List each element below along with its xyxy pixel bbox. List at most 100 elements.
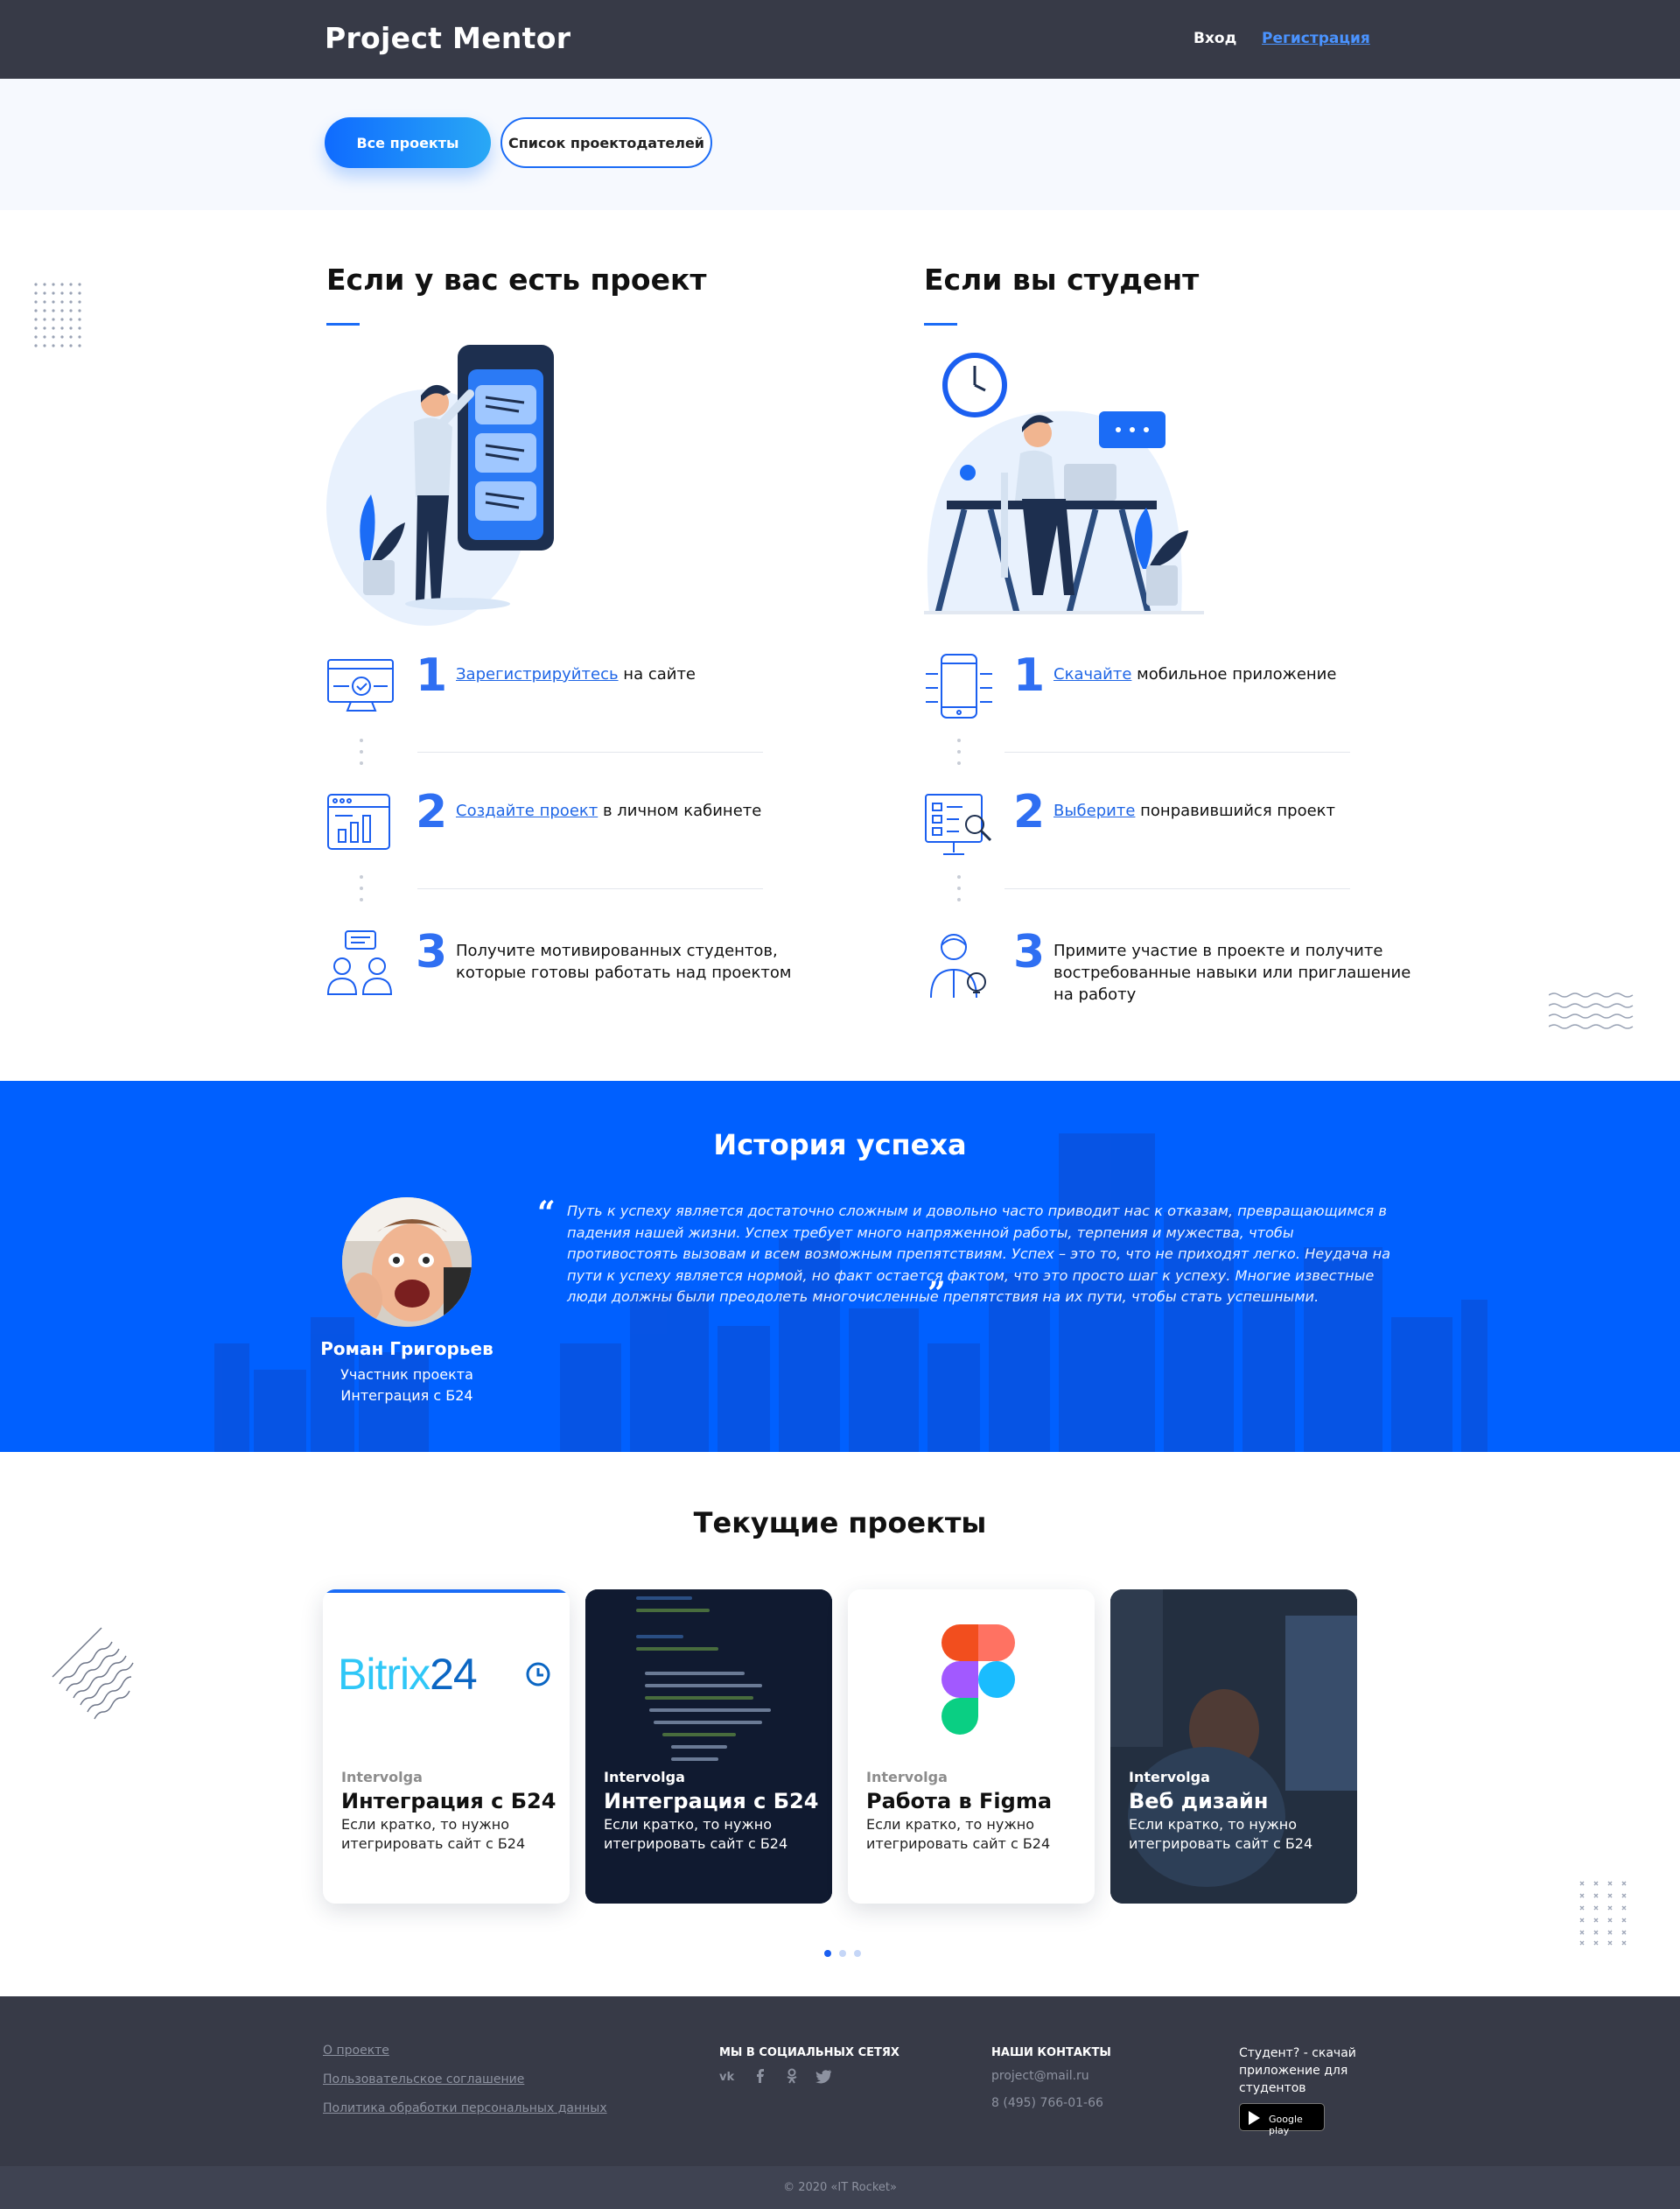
step-description: Примите участие в проекте и получите вос… xyxy=(1054,942,1411,1004)
create-project-link[interactable]: Создайте проект xyxy=(456,802,598,820)
carousel-dot[interactable] xyxy=(824,1950,831,1957)
students-chat-icon xyxy=(326,930,393,995)
step-description: Скачайте мобильное приложение xyxy=(1054,663,1421,685)
step-divider xyxy=(1004,752,1350,753)
card-body: Intervolga Работа в Figma Если кратко, т… xyxy=(866,1769,1085,1854)
avatar xyxy=(342,1197,472,1327)
copyright: © 2020 «IT Rocket» xyxy=(0,2166,1680,2209)
step-divider xyxy=(417,888,763,889)
google-play-icon xyxy=(1249,2111,1260,2125)
bitrix-logo-number: 24 xyxy=(430,1650,478,1699)
login-link[interactable]: Вход xyxy=(1194,30,1236,47)
project-card[interactable]: Bitrix24 Intervolga Интеграция с Б24 Есл… xyxy=(323,1589,570,1904)
step-connector-dots xyxy=(360,739,363,773)
contact-phone[interactable]: 8 (495) 766-01-66 xyxy=(991,2096,1103,2110)
facebook-icon[interactable] xyxy=(751,2068,772,2084)
current-projects-title: Текущие проекты xyxy=(693,1506,987,1539)
figma-logo xyxy=(942,1624,1015,1735)
step-description: Зарегистрируйтесь на сайте xyxy=(456,663,823,685)
decorative-cross-grid xyxy=(1579,1881,1627,1946)
step-divider xyxy=(417,752,763,753)
choose-project-link[interactable]: Выберите xyxy=(1054,802,1135,820)
author-project-line: Интеграция с Б24 xyxy=(340,1387,473,1404)
about-link[interactable]: О проекте xyxy=(323,2044,389,2058)
card-body: Intervolga Интеграция с Б24 Если кратко,… xyxy=(341,1769,560,1854)
heading-underline xyxy=(924,323,957,326)
step-connector-dots xyxy=(957,875,961,909)
office-background-image xyxy=(1110,1589,1357,1904)
testimonial-author-name: Роман Григорьев xyxy=(320,1338,494,1359)
card-company: Intervolga xyxy=(604,1769,685,1785)
card-company: Intervolga xyxy=(341,1769,423,1785)
testimonial-author-role: Участник проекта Интеграция с Б24 xyxy=(289,1364,525,1406)
success-story-section: История успеха Роман Григорьев Участник … xyxy=(0,1081,1680,1452)
privacy-policy-link[interactable]: Политика обработки персональных данных xyxy=(323,2101,607,2115)
social-heading: МЫ В СОЦИАЛЬНЫХ СЕТЯХ xyxy=(719,2046,900,2059)
card-accent-bar xyxy=(323,1589,570,1593)
step-text-tail: мобильное приложение xyxy=(1131,665,1337,684)
card-company: Intervolga xyxy=(866,1769,948,1785)
phone-illustration xyxy=(326,345,554,626)
top-navigation-bar: Project Mentor Вход Регистрация xyxy=(0,0,1680,79)
card-title: Веб дизайн xyxy=(1129,1789,1269,1813)
card-title: Работа в Figma xyxy=(866,1789,1053,1813)
owner-step-2: 2 Создайте проект в личном кабинете xyxy=(326,789,869,868)
step-text-tail: в личном кабинете xyxy=(598,802,762,820)
step-number: 3 xyxy=(1013,926,1046,978)
card-body: Intervolga Веб дизайн Если кратко, то ну… xyxy=(1129,1769,1348,1854)
mobile-phone-icon xyxy=(926,654,992,719)
google-play-badge[interactable]: Google play xyxy=(1239,2103,1325,2136)
signup-link[interactable]: Регистрация xyxy=(1262,30,1370,47)
dashboard-chart-icon xyxy=(327,794,390,850)
card-description: Если кратко, то нужно итегрировать сайт … xyxy=(1129,1816,1313,1852)
student-desk-illustration xyxy=(924,353,1204,614)
site-logo[interactable]: Project Mentor xyxy=(325,21,570,55)
card-description: Если кратко, то нужно итегрировать сайт … xyxy=(341,1816,526,1852)
carousel-dot[interactable] xyxy=(839,1950,846,1957)
step-description: Получите мотивированных студентов, котор… xyxy=(456,942,792,982)
project-owners-list-button[interactable]: Список проектодателей xyxy=(500,117,712,168)
step-description: Выберите понравившийся проект xyxy=(1054,800,1421,822)
project-filter-bar: Все проекты Список проектодателей xyxy=(0,79,1680,210)
carousel-pagination xyxy=(824,1944,869,1960)
card-title: Интеграция с Б24 xyxy=(604,1789,819,1813)
project-card[interactable]: Intervolga Работа в Figma Если кратко, т… xyxy=(848,1589,1095,1904)
all-projects-button[interactable]: Все проекты xyxy=(325,117,491,168)
card-company: Intervolga xyxy=(1129,1769,1210,1785)
user-agreement-link[interactable]: Пользовательское соглашение xyxy=(323,2072,524,2086)
card-body: Intervolga Интеграция с Б24 Если кратко,… xyxy=(604,1769,822,1854)
student-step-1: 1 Скачайте мобильное приложение xyxy=(924,653,1466,732)
carousel-dot[interactable] xyxy=(854,1950,861,1957)
person-idea-icon xyxy=(930,934,986,999)
success-story-title: История успеха xyxy=(713,1128,967,1161)
social-links: vk xyxy=(719,2068,841,2087)
testimonial-quote: Путь к успеху является достаточно сложны… xyxy=(567,1203,1391,1305)
monitor-check-icon xyxy=(327,659,394,712)
step-number: 1 xyxy=(416,649,448,702)
contacts-heading: НАШИ КОНТАКТЫ xyxy=(991,2046,1111,2059)
owner-step-1: 1 Зарегистрируйтесь на сайте xyxy=(326,653,869,732)
card-description: Если кратко, то нужно итегрировать сайт … xyxy=(866,1816,1051,1852)
project-card[interactable]: Intervolga Веб дизайн Если кратко, то ну… xyxy=(1110,1589,1357,1904)
project-card[interactable]: Intervolga Интеграция с Б24 Если кратко,… xyxy=(585,1589,832,1904)
step-number: 2 xyxy=(416,786,448,838)
owner-step-3: 3 Получите мотивированных студентов, кот… xyxy=(326,929,869,1008)
card-title: Интеграция с Б24 xyxy=(341,1789,556,1813)
decorative-diagonal-waves xyxy=(52,1627,134,1720)
twitter-icon[interactable] xyxy=(814,2068,835,2084)
decorative-dot-grid xyxy=(34,283,81,347)
student-column: Если вы студент 1 Скачайте мобильное при… xyxy=(924,263,1449,1004)
code-background-image xyxy=(585,1589,832,1904)
vk-icon[interactable]: vk xyxy=(719,2068,740,2084)
contact-email[interactable]: project@mail.ru xyxy=(991,2069,1089,2083)
bitrix24-logo: Bitrix24 xyxy=(338,1649,478,1700)
avatar-photo xyxy=(342,1197,472,1327)
svg-text:vk: vk xyxy=(719,2071,734,2084)
student-step-3: 3 Примите участие в проекте и получите в… xyxy=(924,929,1466,1008)
odnoklassniki-icon[interactable] xyxy=(782,2068,803,2084)
step-description: Создайте проект в личном кабинете xyxy=(456,800,823,822)
clock-icon xyxy=(526,1662,550,1687)
download-app-link[interactable]: Скачайте xyxy=(1054,665,1131,684)
register-link[interactable]: Зарегистрируйтесь xyxy=(456,665,619,684)
step-connector-dots xyxy=(360,875,363,909)
